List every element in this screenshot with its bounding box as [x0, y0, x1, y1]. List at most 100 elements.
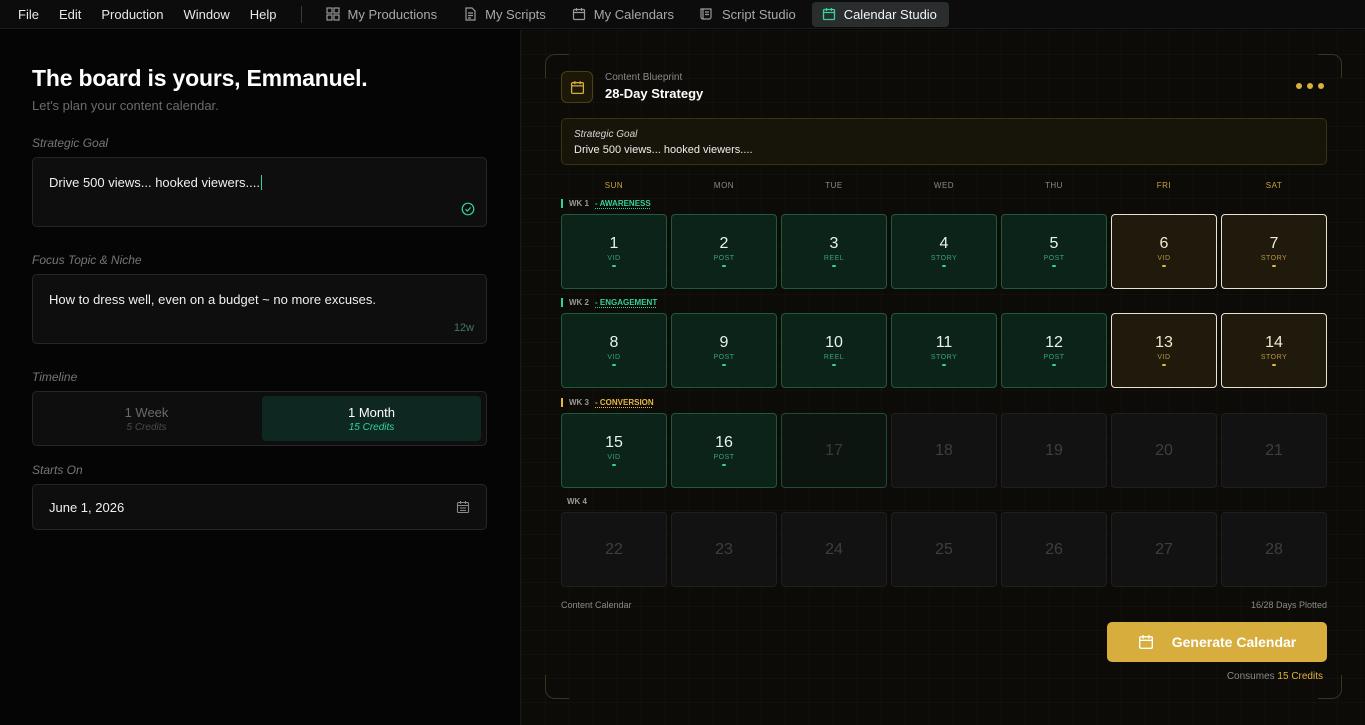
calendar-day-cell[interactable]: 15 VID — [561, 413, 667, 488]
status-dot — [832, 265, 836, 267]
calendar-day-cell[interactable]: 18 — [891, 413, 997, 488]
timeline-option-1-week[interactable]: 1 Week 5 Credits — [37, 396, 256, 441]
day-number: 22 — [605, 541, 623, 558]
starts-on-label: Starts On — [32, 463, 83, 477]
day-number: 12 — [1045, 334, 1063, 351]
week-phase-marker — [561, 297, 563, 307]
calendar-day-cell[interactable]: 24 — [781, 512, 887, 587]
focus-topic-field[interactable]: How to dress well, even on a budget ~ no… — [32, 274, 487, 344]
day-number: 27 — [1155, 541, 1173, 558]
week-number: WK 4 — [567, 496, 587, 506]
day-number: 17 — [825, 442, 843, 459]
planner-form-panel: The board is yours, Emmanuel. Let's plan… — [0, 30, 519, 725]
generate-calendar-label: Generate Calendar — [1171, 634, 1297, 650]
calendar-day-cell[interactable]: 27 — [1111, 512, 1217, 587]
tab-script-studio[interactable]: Script Studio — [690, 2, 808, 27]
word-count: 12w — [453, 322, 474, 334]
timeline-option-label: 1 Week — [124, 405, 169, 420]
menu-file[interactable]: File — [8, 0, 49, 29]
week-phase[interactable]: - ENGAGEMENT — [595, 298, 657, 307]
calendar-day-cell[interactable]: 11 STORY — [891, 313, 997, 388]
more-options-icon[interactable] — [1296, 83, 1324, 89]
calendar-day-cell[interactable]: 10 REEL — [781, 313, 887, 388]
tab-my-productions[interactable]: My Productions — [316, 2, 450, 27]
tab-calendar-studio[interactable]: Calendar Studio — [811, 1, 949, 27]
content-type: VID — [1157, 255, 1171, 262]
calendar-day-cell[interactable]: 8 VID — [561, 313, 667, 388]
blueprint-kicker: Content Blueprint — [605, 72, 683, 83]
tab-label: My Productions — [347, 6, 438, 22]
calendar-day-cell[interactable]: 25 — [891, 512, 997, 587]
weekday-header: SAT — [1265, 181, 1283, 190]
blueprint-icon-box — [561, 71, 593, 103]
calendar-icon — [1138, 635, 1153, 649]
calendar-day-cell[interactable]: 6 VID — [1111, 214, 1217, 289]
calendar-day-cell[interactable]: 17 — [781, 413, 887, 488]
calendar-icon[interactable] — [456, 500, 470, 514]
calendar-day-cell[interactable]: 19 — [1001, 413, 1107, 488]
check-circle-icon — [461, 202, 475, 216]
status-dot — [612, 464, 616, 466]
calendar-day-cell[interactable]: 20 — [1111, 413, 1217, 488]
calendar-preview-panel: Content Blueprint 28-Day Strategy Strate… — [520, 30, 1365, 725]
weekday-header: MON — [713, 181, 735, 190]
calendar-day-cell[interactable]: 21 — [1221, 413, 1327, 488]
day-number: 2 — [719, 235, 729, 252]
start-date-field[interactable]: June 1, 2026 — [32, 484, 487, 530]
week-phase-marker — [561, 397, 563, 407]
week-phase[interactable]: - CONVERSION — [595, 398, 654, 407]
day-number: 7 — [1269, 235, 1279, 252]
content-type: STORY — [930, 354, 958, 361]
day-number: 1 — [609, 235, 619, 252]
day-number: 4 — [939, 235, 949, 252]
focus-topic-label: Focus Topic & Niche — [32, 253, 142, 267]
menu-production[interactable]: Production — [91, 0, 173, 29]
banner-goal-value: Drive 500 views... hooked viewers.... — [574, 144, 753, 156]
credit-cost-value: 15 Credits — [1277, 671, 1323, 682]
week-phase[interactable]: - AWARENESS — [595, 199, 651, 208]
calendar-day-cell[interactable]: 16 POST — [671, 413, 777, 488]
page-title: The board is yours, Emmanuel. — [32, 65, 368, 91]
tab-my-calendars[interactable]: My Calendars — [562, 2, 686, 27]
calendar-day-cell[interactable]: 3 REEL — [781, 214, 887, 289]
calendar-day-cell[interactable]: 22 — [561, 512, 667, 587]
status-dot — [1052, 364, 1056, 366]
status-dot — [942, 265, 946, 267]
status-dot — [1162, 265, 1166, 267]
timeline-option-credits: 15 Credits — [348, 422, 395, 433]
status-dot — [722, 265, 726, 267]
status-dot — [1272, 265, 1276, 267]
calendar-day-cell[interactable]: 2 POST — [671, 214, 777, 289]
menu-edit[interactable]: Edit — [49, 0, 91, 29]
calendar-day-cell[interactable]: 7 STORY — [1221, 214, 1327, 289]
strategic-goal-field[interactable]: Drive 500 views... hooked viewers.... — [32, 157, 487, 227]
weekday-header: SUN — [604, 181, 624, 190]
calendar-day-cell[interactable]: 26 — [1001, 512, 1107, 587]
calendar-day-cell[interactable]: 5 POST — [1001, 214, 1107, 289]
corner-bracket — [1318, 54, 1342, 78]
content-type: VID — [1157, 354, 1171, 361]
week-phase-marker — [561, 198, 563, 208]
status-dot — [612, 364, 616, 366]
status-dot — [722, 464, 726, 466]
calendar-icon — [572, 8, 585, 21]
calendar-day-cell[interactable]: 9 POST — [671, 313, 777, 388]
day-number: 11 — [935, 334, 953, 351]
tab-label: My Calendars — [593, 6, 674, 22]
calendar-day-cell[interactable]: 28 — [1221, 512, 1327, 587]
days-plotted-count: 16/28 Days Plotted — [1250, 600, 1327, 610]
calendar-day-cell[interactable]: 1 VID — [561, 214, 667, 289]
page-subtitle: Let's plan your content calendar. — [32, 98, 219, 113]
generate-calendar-button[interactable]: Generate Calendar — [1107, 622, 1327, 662]
status-dot — [722, 364, 726, 366]
calendar-day-cell[interactable]: 14 STORY — [1221, 313, 1327, 388]
timeline-option-1-month[interactable]: 1 Month 15 Credits — [262, 396, 481, 441]
calendar-day-cell[interactable]: 23 — [671, 512, 777, 587]
menu-window[interactable]: Window — [174, 0, 240, 29]
tab-my-scripts[interactable]: My Scripts — [453, 2, 558, 27]
calendar-day-cell[interactable]: 12 POST — [1001, 313, 1107, 388]
calendar-day-cell[interactable]: 4 STORY — [891, 214, 997, 289]
content-type: POST — [713, 354, 735, 361]
calendar-day-cell[interactable]: 13 VID — [1111, 313, 1217, 388]
menu-help[interactable]: Help — [240, 0, 287, 29]
